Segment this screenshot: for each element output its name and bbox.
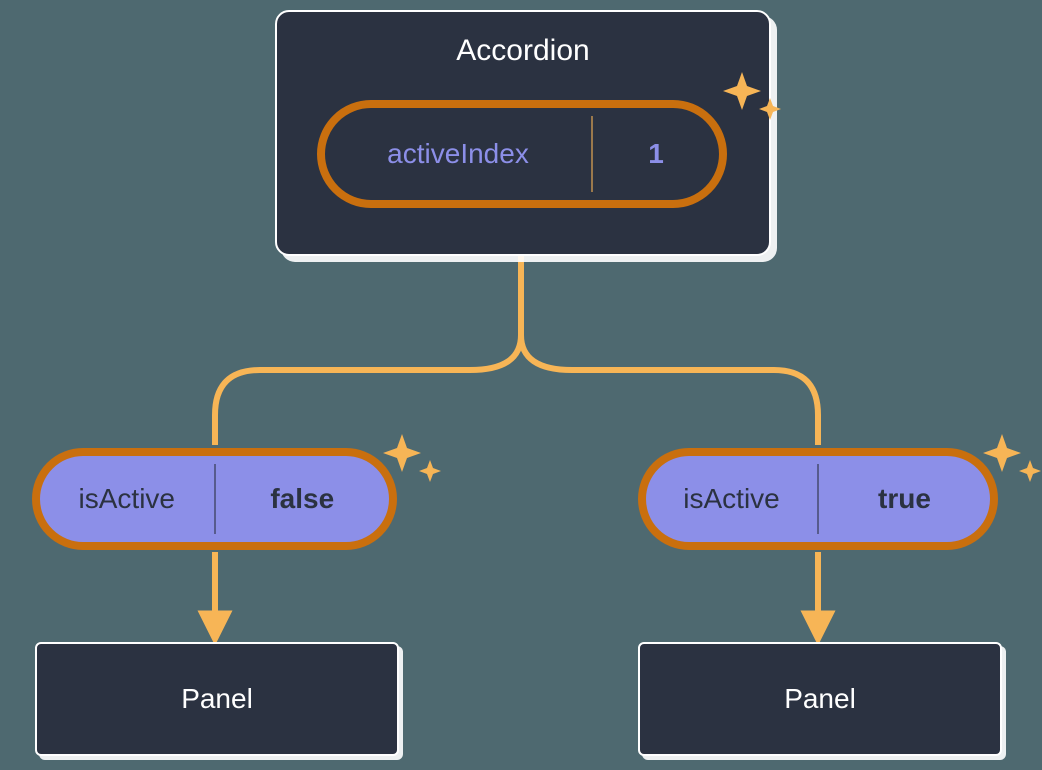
child-prop-name-left: isActive bbox=[40, 456, 214, 542]
parent-component-card: Accordion activeIndex 1 bbox=[275, 10, 771, 256]
child-prop-name-right: isActive bbox=[646, 456, 817, 542]
parent-state-name: activeIndex bbox=[325, 108, 591, 200]
pill-divider bbox=[591, 116, 593, 192]
diagram-root: Accordion activeIndex 1 isActive false i… bbox=[0, 0, 1042, 770]
child-component-right: Panel bbox=[638, 642, 1002, 756]
parent-state-pill: activeIndex 1 bbox=[317, 100, 727, 208]
pill-divider bbox=[214, 464, 216, 534]
child-component-label-right: Panel bbox=[784, 683, 856, 715]
child-component-left: Panel bbox=[35, 642, 399, 756]
pill-divider bbox=[817, 464, 819, 534]
child-prop-pill-right: isActive true bbox=[638, 448, 998, 550]
child-prop-value-right: true bbox=[819, 456, 990, 542]
parent-component-title: Accordion bbox=[277, 34, 769, 68]
child-prop-pill-left: isActive false bbox=[32, 448, 397, 550]
parent-state-value: 1 bbox=[593, 108, 719, 200]
child-component-label-left: Panel bbox=[181, 683, 253, 715]
child-prop-value-left: false bbox=[216, 456, 390, 542]
